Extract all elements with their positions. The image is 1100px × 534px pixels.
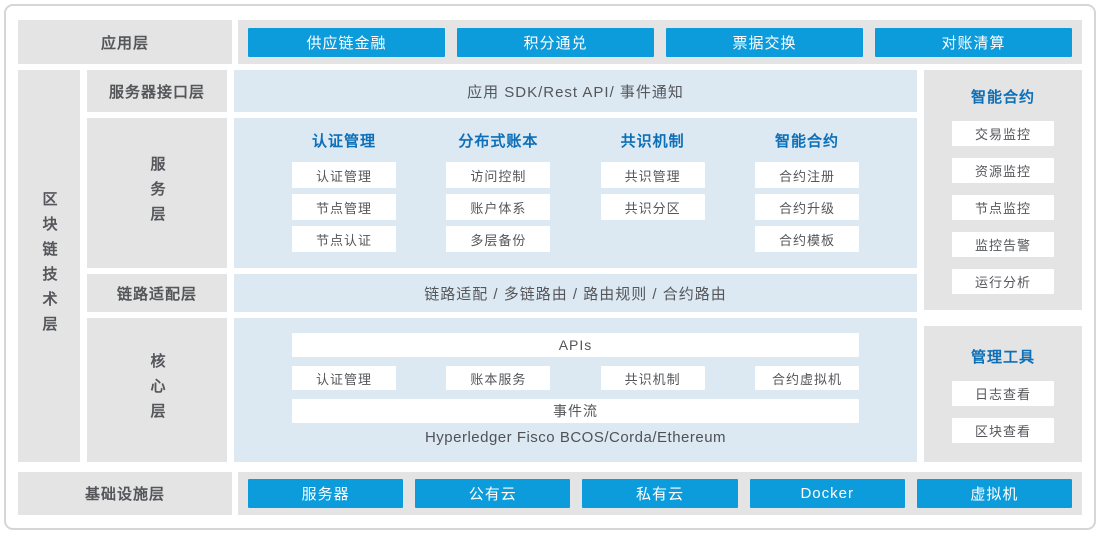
node-monitor-chip: 节点监控	[952, 195, 1054, 220]
consensus-mechanism-group-title: 共识机制	[621, 132, 685, 152]
auth-management-group: 认证管理 认证管理 节点管理 节点认证	[289, 132, 399, 268]
supply-chain-finance-button: 供应链金融	[248, 28, 445, 57]
server-interface-layer-label: 服务器接口层	[87, 70, 227, 112]
link-adaptation-bar: 链路适配 / 多链路由 / 路由规则 / 合约路由	[234, 274, 917, 312]
auth-management-group-title: 认证管理	[312, 132, 376, 152]
reconciliation-clearing-button: 对账清算	[875, 28, 1072, 57]
public-cloud-button: 公有云	[415, 479, 570, 508]
right-side-column: 智能合约 交易监控 资源监控 节点监控 监控告警 运行分析 管理工具 日志查看 …	[924, 70, 1082, 462]
blockchain-platforms-text: Hyperledger Fisco BCOS/Corda/Ethereum	[292, 423, 859, 452]
link-adaptation-layer-label: 链路适配层	[87, 274, 227, 312]
distributed-ledger-group-title: 分布式账本	[458, 132, 538, 152]
distributed-ledger-group: 分布式账本 访问控制 账户体系 多层备份	[443, 132, 553, 268]
application-buttons-strip: 供应链金融 积分通兑 票据交换 对账清算	[238, 20, 1082, 64]
main-content-column: 应用 SDK/Rest API/ 事件通知 认证管理 认证管理 节点管理 节点认…	[234, 70, 917, 462]
consensus-partition-chip: 共识分区	[601, 194, 705, 220]
consensus-mechanism-group: 共识机制 共识管理 共识分区	[598, 132, 708, 268]
server-button: 服务器	[248, 479, 403, 508]
multilayer-backup-chip: 多层备份	[446, 226, 550, 252]
log-view-chip: 日志查看	[952, 381, 1054, 406]
operation-analysis-chip: 运行分析	[952, 269, 1054, 294]
service-layer-label: 服务层	[87, 118, 227, 268]
private-cloud-button: 私有云	[582, 479, 737, 508]
application-layer-row: 应用层 供应链金融 积分通兑 票据交换 对账清算	[18, 20, 1082, 64]
transaction-monitor-chip: 交易监控	[952, 121, 1054, 146]
node-auth-chip: 节点认证	[292, 226, 396, 252]
block-view-chip: 区块查看	[952, 418, 1054, 443]
management-tools-title: 管理工具	[971, 346, 1035, 367]
bill-exchange-button: 票据交换	[666, 28, 863, 57]
access-control-chip: 访问控制	[446, 162, 550, 188]
middle-block: 区块链技术层 服务器接口层 服务层 链路适配层 核心层 应用 SDK/Rest …	[18, 70, 1082, 462]
account-system-chip: 账户体系	[446, 194, 550, 220]
contract-register-chip: 合约注册	[755, 162, 859, 188]
smart-contract-group: 智能合约 合约注册 合约升级 合约模板	[752, 132, 862, 268]
node-management-chip: 节点管理	[292, 194, 396, 220]
consensus-management-chip: 共识管理	[601, 162, 705, 188]
blockchain-tech-layer-strip: 区块链技术层	[18, 70, 80, 462]
service-layer-panel: 认证管理 认证管理 节点管理 节点认证 分布式账本 访问控制 账户体系 多层备份…	[234, 118, 917, 268]
infrastructure-layer-row: 基础设施层 服务器 公有云 私有云 Docker 虚拟机	[18, 472, 1082, 515]
smart-contract-group-title: 智能合约	[775, 132, 839, 152]
monitor-panel: 智能合约 交易监控 资源监控 节点监控 监控告警 运行分析	[924, 70, 1082, 310]
application-layer-label: 应用层	[18, 20, 232, 64]
ledger-service-chip: 账本服务	[446, 366, 550, 390]
core-auth-management-chip: 认证管理	[292, 366, 396, 390]
sdk-api-bar: 应用 SDK/Rest API/ 事件通知	[234, 70, 917, 112]
infrastructure-layer-label: 基础设施层	[18, 472, 232, 515]
sublayer-labels-column: 服务器接口层 服务层 链路适配层 核心层	[87, 70, 227, 462]
core-layer-label-text: 核心层	[147, 353, 168, 428]
blockchain-tech-layer-label: 区块链技术层	[39, 191, 60, 341]
points-exchange-button: 积分通兑	[457, 28, 654, 57]
monitor-alert-chip: 监控告警	[952, 232, 1054, 257]
core-consensus-chip: 共识机制	[601, 366, 705, 390]
contract-template-chip: 合约模板	[755, 226, 859, 252]
event-stream-bar: 事件流	[292, 399, 859, 423]
infrastructure-buttons-strip: 服务器 公有云 私有云 Docker 虚拟机	[238, 472, 1082, 515]
apis-bar: APIs	[292, 333, 859, 357]
docker-button: Docker	[750, 479, 905, 508]
core-layer-panel: APIs 认证管理 账本服务 共识机制 合约虚拟机 事件流 Hyperledge…	[234, 318, 917, 462]
core-modules-row: 认证管理 账本服务 共识机制 合约虚拟机	[292, 366, 859, 390]
vm-button: 虚拟机	[917, 479, 1072, 508]
contract-vm-chip: 合约虚拟机	[755, 366, 859, 390]
contract-upgrade-chip: 合约升级	[755, 194, 859, 220]
core-layer-label: 核心层	[87, 318, 227, 462]
auth-management-chip: 认证管理	[292, 162, 396, 188]
management-tools-panel: 管理工具 日志查看 区块查看	[924, 326, 1082, 462]
monitor-panel-title: 智能合约	[971, 86, 1035, 107]
resource-monitor-chip: 资源监控	[952, 158, 1054, 183]
service-layer-label-text: 服务层	[147, 156, 168, 231]
blockchain-architecture-diagram: 应用层 供应链金融 积分通兑 票据交换 对账清算 区块链技术层 服务器接口层 服…	[18, 20, 1082, 515]
